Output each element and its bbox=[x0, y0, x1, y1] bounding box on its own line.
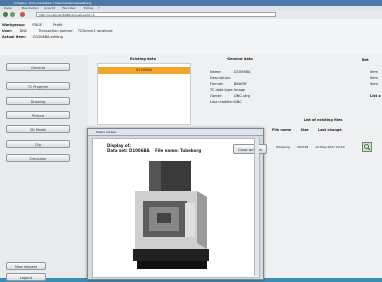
general-row-last-modifier: Last modifier:DNC bbox=[210, 100, 242, 104]
existing-data-selected-item[interactable]: D1006BA bbox=[98, 67, 190, 74]
popup-info: Display of: Data set: D1006BA File name:… bbox=[107, 143, 201, 153]
sidebar-3d-model-button[interactable]: 3D Model bbox=[6, 125, 70, 133]
header-info: Workgroup: PDGE Profil: User: DNC Transa… bbox=[0, 19, 382, 55]
existing-data-list: D1006BA bbox=[97, 63, 191, 125]
general-row-description: Description: bbox=[210, 76, 232, 80]
data-set-row: Data set: D1006BA File name: Tubeborg bbox=[107, 148, 201, 153]
user-value: DNC bbox=[19, 29, 28, 33]
file-name-value: Tubeborg bbox=[180, 148, 202, 153]
logout-button[interactable]: Logout bbox=[6, 273, 46, 281]
right-column-item: Item bbox=[370, 76, 378, 80]
workgroup-label: Workgroup: bbox=[2, 23, 26, 27]
partner-value: TCServer1 localhost bbox=[77, 29, 113, 33]
data-set-label: Data set: bbox=[107, 148, 128, 153]
sidebar-drawing-button[interactable]: Drawing bbox=[6, 97, 70, 105]
general-row-name: Name: D1006BA bbox=[210, 70, 251, 74]
files-header: List of existing files bbox=[303, 118, 343, 122]
table-row: Tubeborg 400798 12-May-2007 09:54 bbox=[276, 145, 345, 149]
action-value: D1006BA-editing bbox=[33, 35, 63, 39]
file-date: 12-May-2007 09:54 bbox=[315, 145, 345, 149]
sidebar: General TC Program Drawing Picture 3D Mo… bbox=[0, 55, 88, 281]
browser-window: Infoglue - Dokumentation / Dokumentenver… bbox=[0, 0, 382, 281]
right-column-item: Item bbox=[370, 82, 378, 86]
forward-icon[interactable] bbox=[10, 12, 15, 17]
user-row: User: DNC Transaction partner: TCServer1… bbox=[2, 29, 113, 33]
files-col-size: Size bbox=[300, 128, 309, 132]
sidebar-general-button[interactable]: General bbox=[6, 63, 70, 71]
stop-icon[interactable] bbox=[20, 12, 25, 17]
partner-label: Transaction partner: bbox=[38, 29, 74, 33]
general-row-format: Format: BINARY bbox=[210, 82, 247, 86]
existing-data-header: Existing data bbox=[130, 57, 156, 61]
action-label: Actual item: bbox=[2, 35, 27, 39]
files-columns: File name Size Last change bbox=[272, 128, 342, 132]
files-col-name: File name bbox=[272, 128, 292, 132]
general-row-data-type: TC data type:Image bbox=[210, 88, 245, 92]
back-icon[interactable] bbox=[3, 12, 8, 17]
file-name: Tubeborg bbox=[276, 145, 290, 149]
general-row-owner: Owner: DNC-strg bbox=[210, 94, 250, 98]
right-column-item: List o bbox=[370, 94, 381, 98]
profile-label: Profil: bbox=[53, 23, 64, 27]
right-column-item: Item bbox=[370, 70, 378, 74]
sidebar-simulator-button[interactable]: Simulator bbox=[6, 154, 70, 162]
action-row: Actual item: D1006BA-editing bbox=[2, 35, 63, 39]
sidebar-tc-program-button[interactable]: TC Program bbox=[6, 82, 70, 90]
magnifier-icon[interactable] bbox=[362, 142, 372, 152]
sidebar-clip-button[interactable]: Clip bbox=[6, 140, 70, 148]
workgroup-row: Workgroup: PDGE Profil: bbox=[2, 23, 63, 27]
popup-title-bar: Media Viewer bbox=[88, 129, 263, 136]
workgroup-value: PDGE bbox=[32, 23, 43, 27]
new-request-button[interactable]: New request bbox=[6, 262, 46, 270]
file-name-label: File name: bbox=[155, 148, 179, 153]
right-column-header: Bet bbox=[362, 58, 369, 62]
popup-scrollbar[interactable] bbox=[254, 138, 259, 276]
popup-title: Media Viewer bbox=[96, 130, 117, 134]
sidebar-picture-button[interactable]: Picture bbox=[6, 111, 70, 119]
file-size: 400798 bbox=[296, 145, 309, 149]
media-viewer-popup: Media Viewer Display of: Data set: D1006… bbox=[87, 128, 267, 280]
close-window-button[interactable]: Close window bbox=[233, 144, 267, 154]
data-set-value: D1006BA bbox=[129, 148, 150, 153]
machine-model-image bbox=[127, 161, 222, 272]
user-label: User: bbox=[2, 29, 13, 33]
url-input[interactable]: http://localhost:8080/dms/show/id=4 bbox=[36, 12, 276, 17]
popup-body: Display of: Data set: D1006BA File name:… bbox=[92, 138, 267, 278]
files-col-last-change: Last change bbox=[317, 128, 342, 132]
general-data-header: General data bbox=[227, 57, 253, 61]
